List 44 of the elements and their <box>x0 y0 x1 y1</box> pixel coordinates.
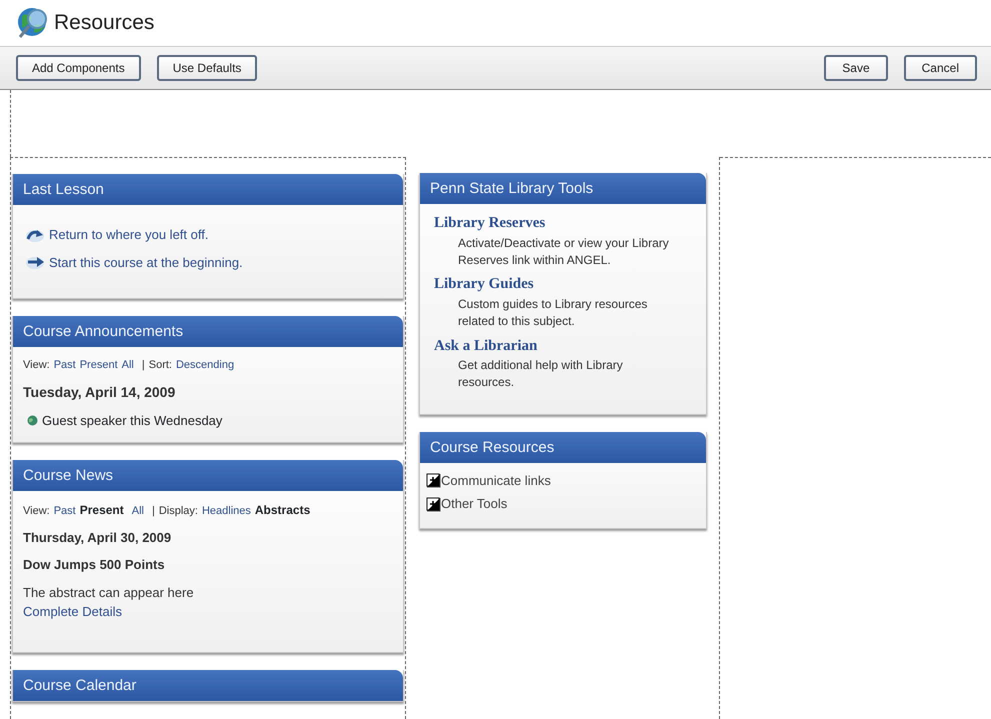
lesson-link[interactable]: Start this course at the beginning. <box>49 252 243 272</box>
filter-option[interactable]: All <box>122 359 134 371</box>
filter-option[interactable]: Present <box>80 359 118 371</box>
globe-icon <box>16 6 50 40</box>
details-link[interactable]: Complete Details <box>23 604 122 619</box>
filter-option[interactable]: Descending <box>176 359 234 371</box>
panel-header: Penn State Library Tools <box>420 173 706 204</box>
page-title: Resources <box>54 10 154 36</box>
filter-option[interactable]: Abstracts <box>254 503 310 517</box>
tree-node[interactable]: Other Tools <box>441 494 508 514</box>
date-heading: Tuesday, April 14, 2009 <box>23 382 176 402</box>
date-heading: Thursday, April 30, 2009 <box>23 528 172 547</box>
library-link[interactable]: Library Reserves <box>434 212 546 234</box>
news-abstract: The abstract can appear here <box>23 584 195 602</box>
toolbar-button[interactable]: Cancel <box>904 55 977 81</box>
filter-option[interactable]: All <box>132 505 144 517</box>
news-headline: Dow Jumps 500 Points <box>23 556 166 574</box>
filter-option[interactable]: Past <box>54 505 76 517</box>
toolbar-button[interactable]: Add Components <box>16 55 141 81</box>
lesson-link[interactable]: Return to where you left off. <box>49 225 208 244</box>
filter-option[interactable]: Headlines <box>202 505 251 517</box>
library-description: Activate/Deactivate or view your Library Reserves link within ANGEL. <box>458 234 670 269</box>
panel-header: Course News <box>13 460 403 491</box>
library-link[interactable]: Library Guides <box>434 273 534 296</box>
filter-option[interactable]: Present <box>80 503 124 517</box>
toolbar-button[interactable]: Save <box>824 55 888 81</box>
filter-label: View: <box>23 359 50 371</box>
library-link[interactable]: Ask a Librarian <box>434 334 538 358</box>
library-description: Get additional help with Library resources. <box>458 357 624 392</box>
panel-header: Course Announcements <box>13 316 403 347</box>
separator: | <box>152 505 155 517</box>
filter-option[interactable]: Past <box>54 359 76 371</box>
separator: | <box>142 359 145 371</box>
filter-label: Sort: <box>148 359 172 371</box>
announcement-link[interactable]: Guest speaker this Wednesday <box>42 410 222 430</box>
panel-header: Last Lesson <box>13 174 403 205</box>
panel-header: Course Calendar <box>13 670 403 700</box>
library-description: Custom guides to Library resources related to this subject. <box>458 296 648 330</box>
globe-icon <box>27 414 38 426</box>
filter-label: View: <box>23 505 50 517</box>
panel-header: Course Resources <box>420 432 706 463</box>
filter-label: Display: <box>158 505 198 517</box>
toolbar-button[interactable]: Use Defaults <box>156 55 258 81</box>
tree-node[interactable]: Communicate links <box>441 470 551 490</box>
